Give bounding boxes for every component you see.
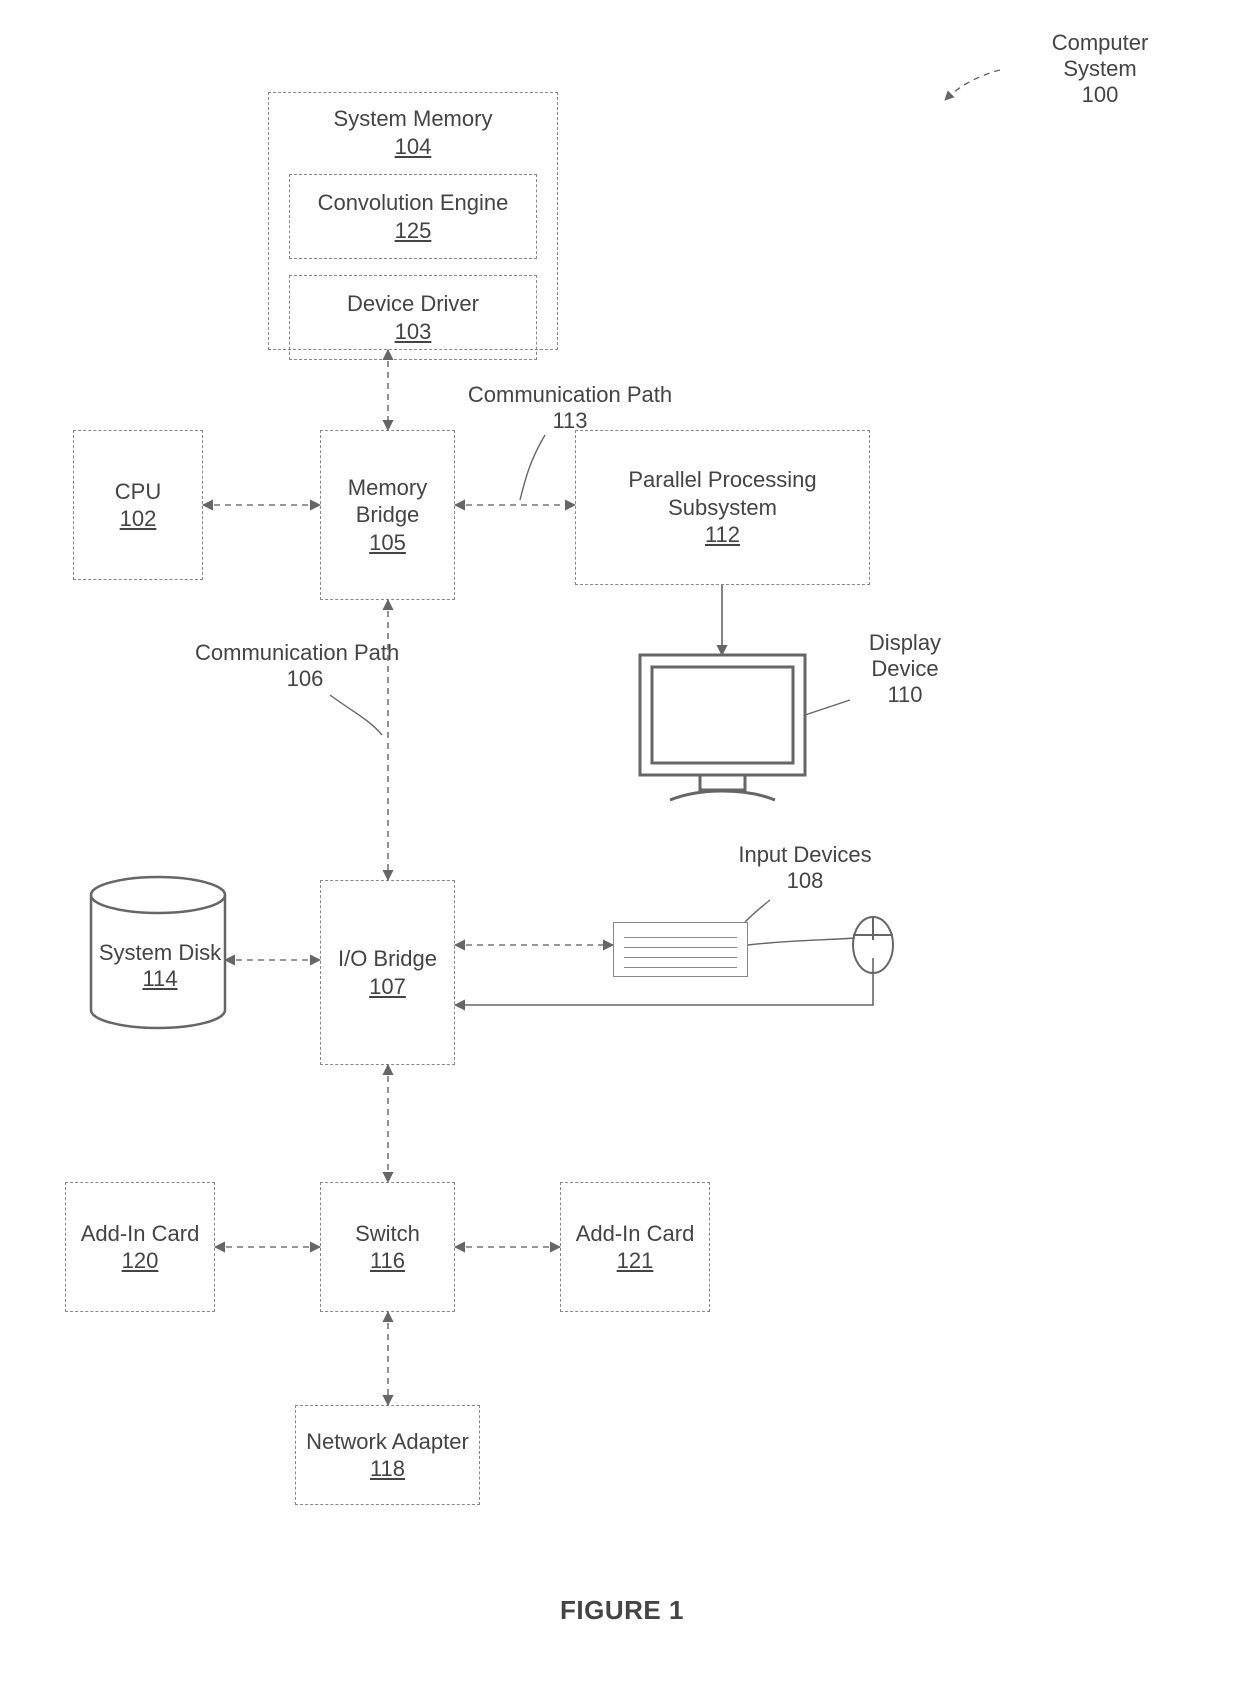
pps-label-1: Parallel Processing: [628, 466, 816, 494]
block-convolution-engine: Convolution Engine 125: [289, 174, 537, 259]
addin-right-ref: 121: [617, 1247, 654, 1275]
pps-ref: 112: [705, 521, 740, 549]
computer-system-ref: 100: [1000, 82, 1200, 108]
block-network-adapter: Network Adapter 118: [295, 1405, 480, 1505]
block-system-memory: System Memory 104 Convolution Engine 125…: [268, 92, 558, 350]
input-devices-text: Input Devices: [730, 842, 880, 868]
convolution-engine-label: Convolution Engine: [318, 189, 509, 217]
diagram-canvas: System Memory 104 Convolution Engine 125…: [0, 0, 1240, 1693]
system-disk-text: System Disk 114: [95, 940, 225, 992]
keyboard-icon: [613, 922, 748, 977]
block-io-bridge: I/O Bridge 107: [320, 880, 455, 1065]
device-driver-ref: 103: [395, 318, 432, 346]
input-devices-ref: 108: [730, 868, 880, 894]
display-device-text2: Device: [845, 656, 965, 682]
block-addin-right: Add-In Card 121: [560, 1182, 710, 1312]
label-comm-path-113: Communication Path 113: [460, 382, 680, 434]
pps-label-2: Subsystem: [668, 494, 777, 522]
memory-bridge-label-2: Bridge: [356, 501, 420, 529]
io-bridge-label: I/O Bridge: [338, 945, 437, 973]
computer-system-text2: System: [1000, 56, 1200, 82]
addin-left-label: Add-In Card: [81, 1220, 200, 1248]
comm-path-113-text: Communication Path: [460, 382, 680, 408]
label-comm-path-106: Communication Path 106: [195, 640, 415, 692]
block-memory-bridge: Memory Bridge 105: [320, 430, 455, 600]
switch-ref: 116: [370, 1247, 405, 1275]
cpu-ref: 102: [120, 505, 157, 533]
device-driver-label: Device Driver: [347, 290, 479, 318]
computer-system-text: Computer: [1000, 30, 1200, 56]
system-disk-ref: 114: [95, 966, 225, 992]
comm-path-113-ref: 113: [460, 408, 680, 434]
block-addin-left: Add-In Card 120: [65, 1182, 215, 1312]
network-adapter-label: Network Adapter: [306, 1428, 469, 1456]
network-adapter-ref: 118: [370, 1455, 405, 1483]
io-bridge-ref: 107: [369, 973, 406, 1001]
memory-bridge-label-1: Memory: [348, 474, 427, 502]
label-input-devices: Input Devices 108: [730, 842, 880, 894]
convolution-engine-ref: 125: [395, 217, 432, 245]
block-pps: Parallel Processing Subsystem 112: [575, 430, 870, 585]
label-display-device: Display Device 110: [845, 630, 965, 708]
comm-path-106-text: Communication Path: [195, 640, 415, 666]
comm-path-106-ref: 106: [195, 666, 415, 692]
figure-title: FIGURE 1: [560, 1595, 684, 1626]
monitor-icon: [640, 655, 805, 800]
display-device-text1: Display: [845, 630, 965, 656]
cpu-label: CPU: [115, 478, 161, 506]
connectors-overlay: [0, 0, 1240, 1693]
block-cpu: CPU 102: [73, 430, 203, 580]
memory-bridge-ref: 105: [369, 529, 406, 557]
block-device-driver: Device Driver 103: [289, 275, 537, 360]
label-computer-system: Computer System 100: [1000, 30, 1200, 108]
addin-left-ref: 120: [122, 1247, 159, 1275]
display-device-ref: 110: [845, 682, 965, 708]
block-switch: Switch 116: [320, 1182, 455, 1312]
switch-label: Switch: [355, 1220, 420, 1248]
system-memory-ref: 104: [395, 133, 432, 161]
system-disk-label: System Disk: [95, 940, 225, 966]
mouse-icon: [853, 917, 893, 973]
system-memory-label: System Memory: [334, 105, 493, 133]
addin-right-label: Add-In Card: [576, 1220, 695, 1248]
